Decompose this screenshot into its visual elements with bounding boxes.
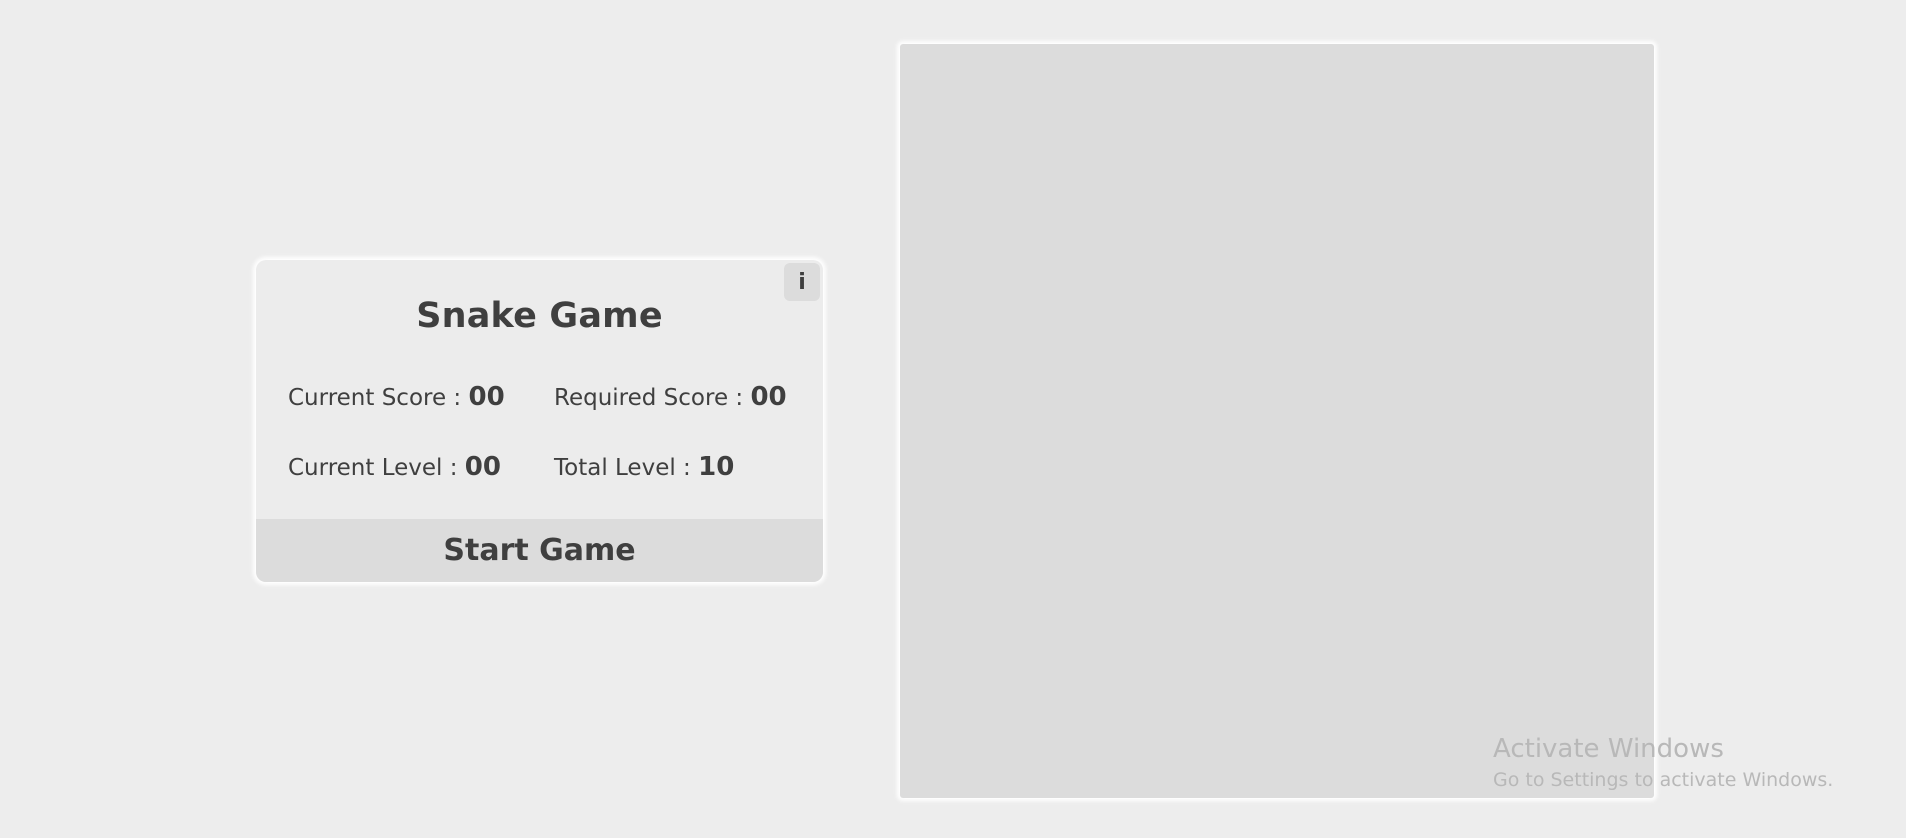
current-score-label: Current Score :	[288, 385, 462, 411]
current-level-label: Current Level :	[288, 455, 458, 481]
required-score: Required Score : 00	[554, 382, 787, 412]
total-level-value: 10	[698, 452, 735, 482]
current-level: Current Level : 00	[288, 452, 501, 482]
current-score-value: 00	[468, 382, 505, 412]
watermark-subtitle: Go to Settings to activate Windows.	[1493, 769, 1834, 791]
windows-activation-watermark: Activate Windows Go to Settings to activ…	[1493, 733, 1833, 795]
current-score: Current Score : 00	[288, 382, 505, 412]
game-board[interactable]	[900, 44, 1654, 798]
required-score-label: Required Score :	[554, 385, 744, 411]
current-level-value: 00	[464, 452, 501, 482]
total-level-label: Total Level :	[554, 455, 691, 481]
total-level: Total Level : 10	[554, 452, 734, 482]
game-title: Snake Game	[416, 296, 663, 336]
watermark-title: Activate Windows	[1493, 734, 1724, 764]
required-score-value: 00	[750, 382, 787, 412]
start-game-button[interactable]: Start Game	[256, 519, 823, 582]
game-info-panel: i Snake Game Current Score : 00 Required…	[256, 260, 823, 582]
